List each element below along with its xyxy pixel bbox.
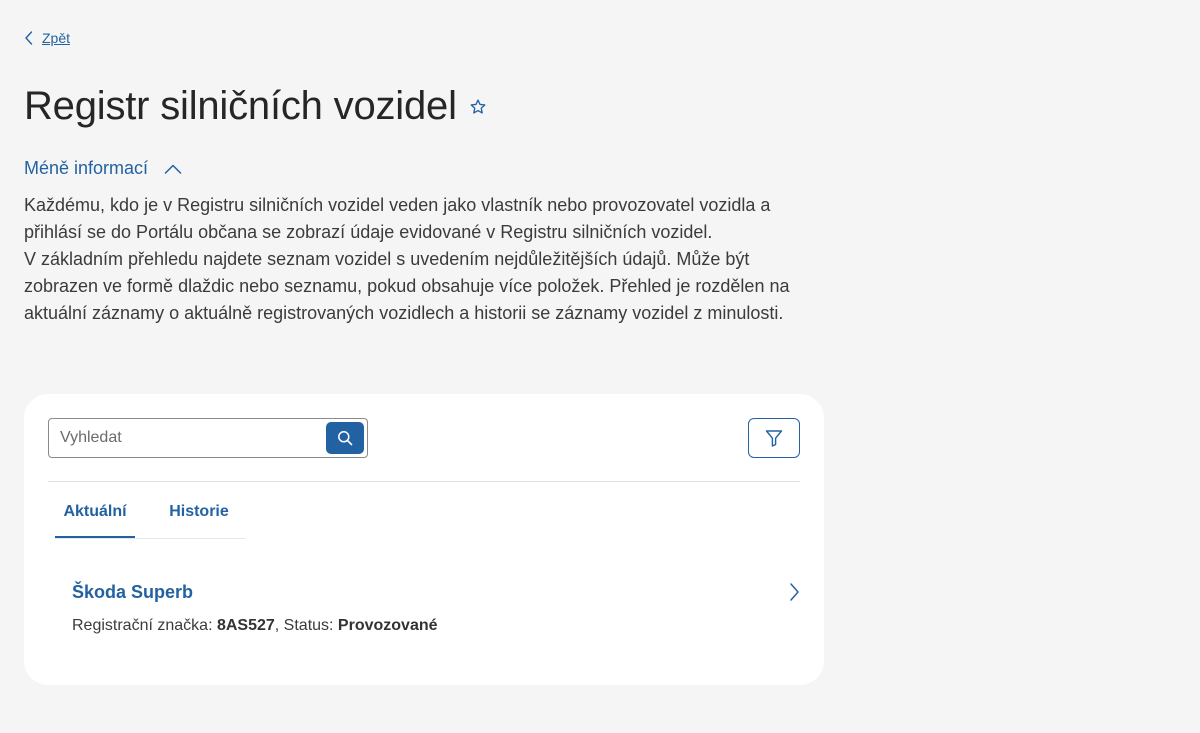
- title-row: Registr silničních vozidel: [24, 80, 487, 132]
- plate-label: Registrační značka:: [72, 617, 217, 634]
- page-title: Registr silničních vozidel: [24, 84, 457, 128]
- divider: [48, 481, 800, 482]
- chevron-right-icon[interactable]: [788, 582, 800, 602]
- vehicle-details: Registrační značka: 8AS527, Status: Prov…: [72, 616, 438, 636]
- chevron-left-icon: [25, 31, 33, 45]
- tab-current[interactable]: Aktuální: [55, 500, 135, 538]
- search-button[interactable]: [326, 422, 364, 454]
- vehicle-status: Provozované: [337, 617, 438, 634]
- less-info-toggle[interactable]: Méně informací: [24, 158, 182, 179]
- star-icon[interactable]: [469, 98, 487, 116]
- chevron-up-icon: [164, 164, 182, 174]
- status-label: , Status:: [274, 617, 338, 634]
- back-link-label: Zpět: [42, 30, 71, 46]
- vehicle-list-item[interactable]: Škoda Superb Registrační značka: 8AS527,…: [72, 578, 800, 638]
- vehicles-card: Aktuální Historie Škoda Superb Registrač…: [24, 394, 824, 685]
- page-description: Každému, kdo je v Registru silničních vo…: [24, 192, 824, 327]
- search-icon: [338, 431, 353, 446]
- description-paragraph: Každému, kdo je v Registru silničních vo…: [24, 195, 771, 242]
- search-box: [48, 418, 368, 458]
- tab-list: Aktuální Historie: [55, 500, 245, 539]
- less-info-label: Méně informací: [24, 158, 149, 178]
- description-paragraph: V základním přehledu najdete seznam vozi…: [24, 249, 790, 323]
- search-input[interactable]: [49, 419, 319, 457]
- filter-icon: [765, 430, 783, 447]
- plate-number: 8AS527: [216, 617, 275, 634]
- vehicle-name[interactable]: Škoda Superb: [72, 580, 193, 604]
- filter-button[interactable]: [748, 418, 800, 458]
- back-link[interactable]: Zpět: [24, 30, 70, 46]
- tab-history[interactable]: Historie: [159, 500, 239, 538]
